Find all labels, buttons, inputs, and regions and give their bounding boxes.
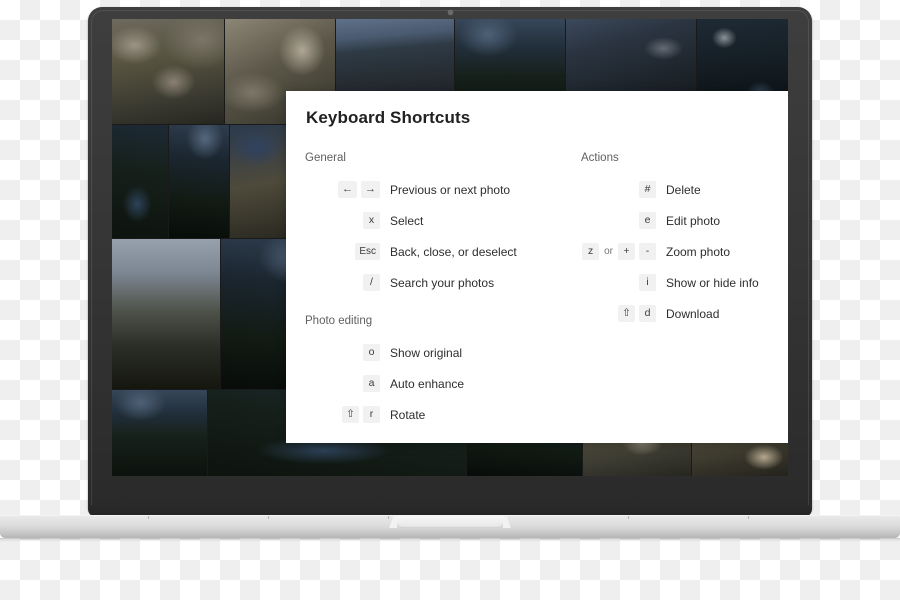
shortcut-row: ⇧ d Download [581, 298, 788, 329]
dialog-title: Keyboard Shortcuts [306, 108, 471, 127]
key-cap: Esc [355, 243, 380, 260]
key-cap: → [361, 181, 380, 198]
key-cap: ⇧ [342, 406, 359, 423]
hinge-mark [148, 516, 149, 519]
key-cap: ⇧ [618, 305, 635, 322]
shortcut-column-left: General ← → Previous or next photo x Select Es… [305, 151, 565, 430]
photo-thumbnail[interactable] [112, 125, 168, 238]
shortcut-keys: ⇧ r [305, 406, 380, 423]
hinge-mark [388, 516, 389, 519]
photo-thumbnail[interactable] [112, 390, 207, 476]
key-cap: x [363, 212, 380, 229]
key-cap: / [363, 274, 380, 291]
shortcut-description: Delete [666, 182, 701, 197]
laptop-base-notch [387, 516, 513, 528]
shortcut-description: Show original [390, 345, 463, 360]
key-cap: r [363, 406, 380, 423]
shortcut-description: Previous or next photo [390, 182, 511, 197]
photo-thumbnail[interactable] [112, 19, 224, 124]
shortcut-keys: a [305, 375, 380, 392]
key-cap: i [639, 274, 656, 291]
shortcut-row: z or + - Zoom photo [581, 236, 788, 267]
key-cap: # [639, 181, 656, 198]
key-cap: o [363, 344, 380, 361]
laptop-screen: Keyboard Shortcuts General ← → Previous or … [112, 19, 788, 476]
shortcut-description: Back, close, or deselect [390, 244, 517, 259]
shortcut-keys: e [581, 212, 656, 229]
section-heading-general: General [305, 152, 346, 164]
shortcut-keys: ⇧ d [581, 305, 656, 322]
shortcut-keys: i [581, 274, 656, 291]
keyboard-shortcuts-dialog: Keyboard Shortcuts General ← → Previous or … [286, 91, 788, 443]
shortcut-keys: / [305, 274, 380, 291]
shortcut-row: / Search your photos [305, 267, 565, 298]
hinge-mark [748, 516, 749, 519]
shortcut-row: ← → Previous or next photo [305, 174, 565, 205]
key-cap: d [639, 305, 656, 322]
shortcut-keys: o [305, 344, 380, 361]
photo-thumbnail[interactable] [112, 239, 220, 389]
photo-thumbnail[interactable] [169, 125, 229, 238]
laptop-mockup: Keyboard Shortcuts General ← → Previous or … [0, 0, 900, 600]
key-cap: e [639, 212, 656, 229]
shortcut-description: Edit photo [666, 213, 721, 228]
key-cap: z [582, 243, 600, 260]
shortcut-description: Download [666, 306, 720, 321]
section-heading-actions: Actions [581, 152, 619, 164]
shortcut-row: i Show or hide info [581, 267, 788, 298]
shortcut-row: Esc Back, close, or deselect [305, 236, 565, 267]
laptop-base-shadow [0, 538, 900, 542]
key-separator: or [604, 246, 613, 257]
key-cap: a [363, 375, 380, 392]
shortcut-description: Rotate [390, 407, 426, 422]
section-heading-photo-editing: Photo editing [305, 315, 373, 327]
key-cap: ← [338, 181, 357, 198]
shortcut-row: # Delete [581, 174, 788, 205]
shortcut-row: e Edit photo [581, 205, 788, 236]
shortcut-keys: Esc [305, 243, 380, 260]
shortcut-description: Show or hide info [666, 275, 759, 290]
shortcut-row: a Auto enhance [305, 368, 565, 399]
shortcut-keys: z or + - [581, 243, 656, 260]
hinge-mark [268, 516, 269, 519]
key-cap: - [639, 243, 656, 260]
shortcut-description: Select [390, 213, 424, 228]
shortcut-description: Auto enhance [390, 376, 465, 391]
key-cap: + [618, 243, 635, 260]
hinge-mark [628, 516, 629, 519]
shortcut-row: o Show original [305, 337, 565, 368]
shortcut-keys: ← → [305, 181, 380, 198]
shortcut-description: Search your photos [390, 275, 495, 290]
shortcut-column-right: Actions # Delete e Edit photo z or + - Zoom photo… [581, 151, 788, 329]
shortcut-row: x Select [305, 205, 565, 236]
shortcut-keys: # [581, 181, 656, 198]
shortcut-description: Zoom photo [666, 244, 731, 259]
shortcut-row: ⇧ r Rotate [305, 399, 565, 430]
shortcut-keys: x [305, 212, 380, 229]
webcam-icon [448, 10, 453, 15]
